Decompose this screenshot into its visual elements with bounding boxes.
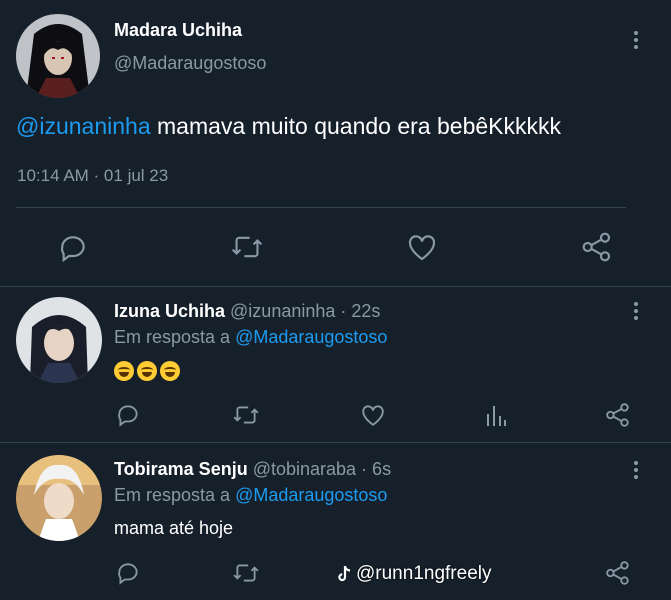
reply-context: Em resposta a @Madaraugostoso	[114, 485, 387, 506]
tweet-text: @izunaninha mamava muito quando era bebê…	[16, 113, 561, 140]
watermark-text: @runn1ngfreely	[356, 563, 492, 584]
timestamp[interactable]: 10:14 AM · 01 jul 23	[17, 166, 168, 186]
analytics-icon[interactable]	[484, 402, 508, 428]
tiktok-logo-icon	[336, 565, 352, 583]
author-name[interactable]: Tobirama Senju	[114, 459, 248, 479]
retweet-icon[interactable]	[230, 231, 264, 263]
reply-header: Tobirama Senju @tobinaraba · 6s	[114, 459, 391, 480]
watermark: @runn1ngfreely	[336, 563, 491, 585]
separator-line	[16, 207, 626, 208]
reply-icon[interactable]	[115, 402, 141, 428]
avatar-izuna[interactable]	[16, 297, 102, 383]
more-options-icon[interactable]	[634, 302, 638, 320]
reply-header: Izuna Uchiha @izunaninha · 22s	[114, 301, 380, 322]
reply-text: mama até hoje	[114, 518, 234, 538]
tweet-body: mamava muito quando era bebêKkkkkk	[150, 113, 561, 139]
reply-to-link[interactable]: @Madaraugostoso	[235, 327, 387, 347]
like-icon[interactable]	[406, 232, 438, 262]
author-name[interactable]: Izuna Uchiha	[114, 301, 225, 321]
grinning-sweat-emoji	[114, 361, 134, 382]
author-handle[interactable]: @izunaninha · 22s	[230, 301, 380, 321]
author-name[interactable]: Madara Uchiha	[114, 20, 242, 41]
share-icon[interactable]	[605, 560, 631, 586]
grinning-sweat-emoji	[160, 361, 180, 382]
share-icon[interactable]	[605, 402, 631, 428]
avatar-madara[interactable]	[16, 14, 100, 98]
divider	[0, 442, 671, 443]
reply-text: 😅😅😅	[114, 360, 183, 382]
more-options-icon[interactable]	[634, 461, 638, 479]
reply-icon[interactable]	[115, 560, 141, 586]
author-handle[interactable]: @tobinaraba · 6s	[253, 459, 391, 479]
retweet-icon[interactable]	[232, 560, 260, 586]
reply-to-link[interactable]: @Madaraugostoso	[235, 485, 387, 505]
retweet-icon[interactable]	[232, 402, 260, 428]
grinning-sweat-emoji	[137, 361, 157, 382]
reply-icon[interactable]	[57, 232, 89, 264]
mention-link[interactable]: @izunaninha	[16, 113, 151, 139]
more-options-icon[interactable]	[634, 31, 638, 49]
reply-prefix: Em resposta a	[114, 327, 231, 347]
avatar-tobirama[interactable]	[16, 455, 102, 541]
divider	[0, 286, 671, 287]
reply-context: Em resposta a @Madaraugostoso	[114, 327, 387, 348]
reply-prefix: Em resposta a	[114, 485, 231, 505]
share-icon[interactable]	[581, 231, 613, 263]
author-handle[interactable]: @Madaraugostoso	[114, 53, 266, 74]
like-icon[interactable]	[360, 403, 386, 427]
